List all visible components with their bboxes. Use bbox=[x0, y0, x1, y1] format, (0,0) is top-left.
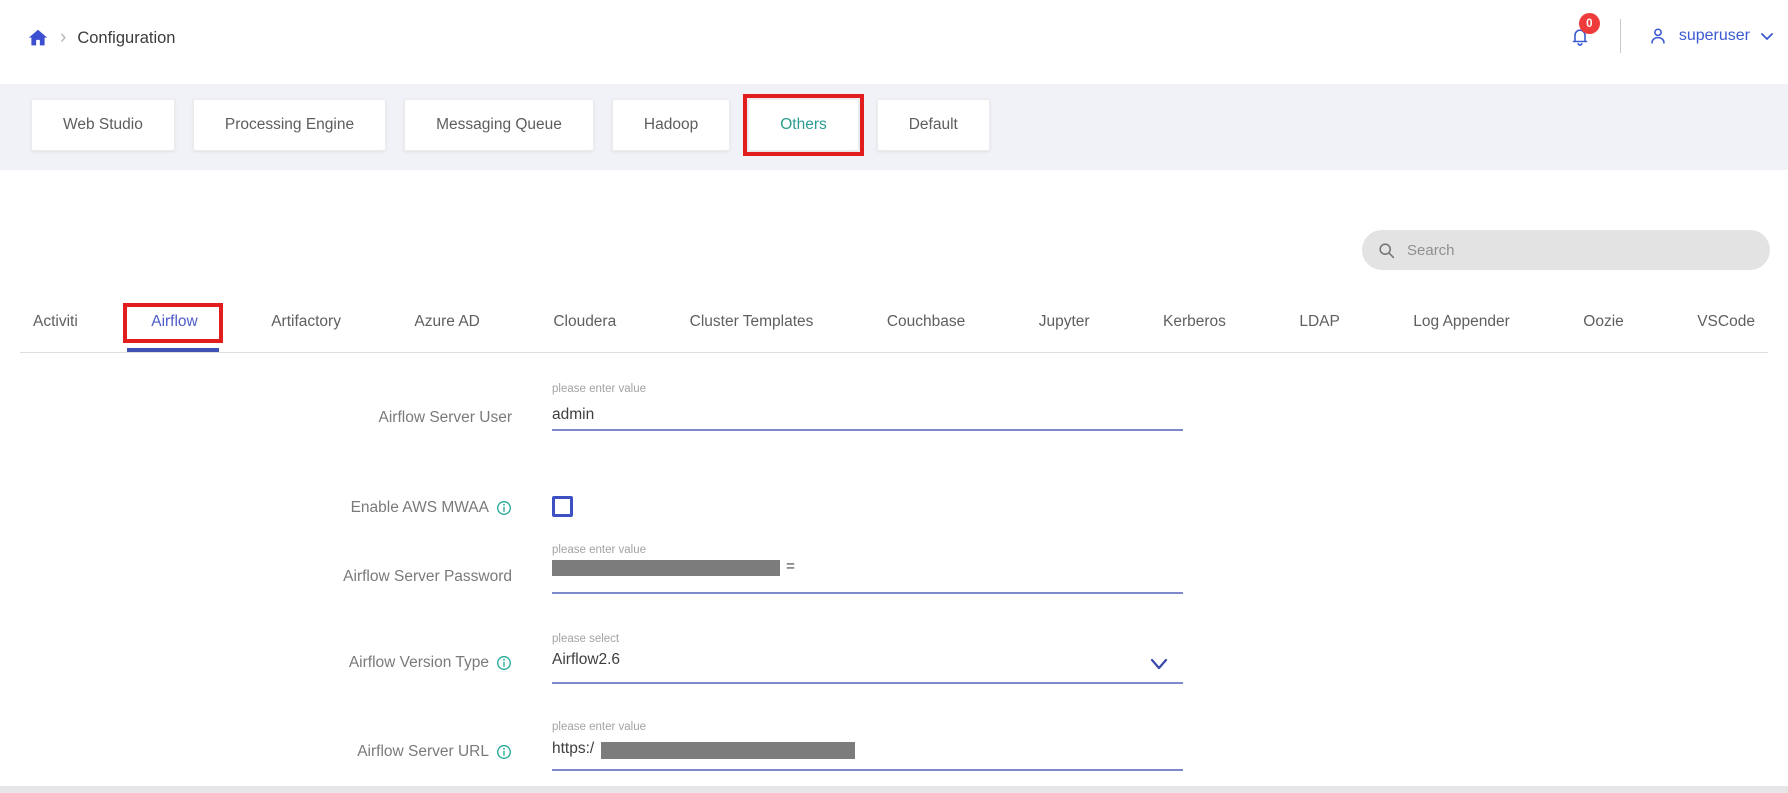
tab-airflow[interactable]: Airflow bbox=[151, 310, 198, 352]
tab-processing-engine[interactable]: Processing Engine bbox=[193, 99, 386, 151]
top-bar: › Configuration 0 superuser bbox=[0, 0, 1788, 84]
tab-hadoop[interactable]: Hadoop bbox=[612, 99, 730, 151]
field-underline bbox=[552, 592, 1183, 594]
service-tabs: Activiti Airflow Artifactory Azure AD Cl… bbox=[33, 310, 1755, 352]
tab-airflow-label: Airflow bbox=[151, 313, 198, 330]
tab-log-appender[interactable]: Log Appender bbox=[1413, 310, 1510, 352]
topbar-divider bbox=[1620, 19, 1621, 53]
info-icon[interactable] bbox=[496, 655, 512, 671]
field-label-text: Airflow Server Password bbox=[343, 568, 512, 586]
tab-oozie[interactable]: Oozie bbox=[1583, 310, 1624, 352]
tab-web-studio[interactable]: Web Studio bbox=[31, 99, 175, 151]
airflow-server-user-input[interactable] bbox=[552, 406, 1172, 424]
url-redaction-bar bbox=[601, 742, 855, 759]
tab-ldap[interactable]: LDAP bbox=[1299, 310, 1340, 352]
tab-vscode[interactable]: VSCode bbox=[1697, 310, 1755, 352]
home-icon[interactable] bbox=[27, 27, 49, 49]
airflow-version-type-select[interactable]: Airflow2.6 bbox=[552, 651, 620, 669]
airflow-server-password-label: Airflow Server Password bbox=[0, 567, 512, 587]
content-panel: Activiti Airflow Artifactory Azure AD Cl… bbox=[0, 170, 1788, 793]
notifications-button[interactable]: 0 bbox=[1568, 24, 1592, 48]
tab-couchbase[interactable]: Couchbase bbox=[887, 310, 965, 352]
configuration-page: › Configuration 0 superuser bbox=[0, 0, 1788, 793]
field-label-text: Enable AWS MWAA bbox=[351, 499, 489, 517]
enable-aws-mwaa-label: Enable AWS MWAA bbox=[0, 498, 512, 518]
tabs-divider bbox=[20, 352, 1768, 353]
password-redaction-suffix: = bbox=[786, 558, 795, 576]
tab-azure-ad[interactable]: Azure AD bbox=[414, 310, 479, 352]
field-label-text: Airflow Server User bbox=[379, 409, 513, 427]
field-placeholder-hint: please enter value bbox=[552, 721, 646, 733]
airflow-server-user-field bbox=[552, 406, 1172, 424]
info-icon[interactable] bbox=[496, 500, 512, 516]
field-placeholder-hint: please select bbox=[552, 633, 619, 645]
field-underline bbox=[552, 429, 1183, 431]
field-label-text: Airflow Version Type bbox=[349, 654, 489, 672]
category-tab-band: Web Studio Processing Engine Messaging Q… bbox=[0, 84, 1788, 170]
breadcrumb: › Configuration bbox=[27, 27, 175, 49]
tab-cluster-templates[interactable]: Cluster Templates bbox=[690, 310, 814, 352]
breadcrumb-current: Configuration bbox=[77, 29, 175, 48]
airflow-server-url-label: Airflow Server URL bbox=[0, 742, 512, 762]
username-label: superuser bbox=[1679, 27, 1750, 45]
chevron-down-icon[interactable] bbox=[1148, 656, 1170, 677]
tab-activiti[interactable]: Activiti bbox=[33, 310, 78, 352]
tab-artifactory[interactable]: Artifactory bbox=[271, 310, 341, 352]
enable-aws-mwaa-checkbox[interactable] bbox=[552, 496, 573, 517]
breadcrumb-separator-icon: › bbox=[60, 28, 66, 48]
topbar-right-cluster: 0 superuser bbox=[1568, 14, 1774, 58]
user-menu-button[interactable]: superuser bbox=[1647, 25, 1774, 47]
search-icon bbox=[1377, 241, 1396, 260]
airflow-server-url-field[interactable]: https:/ bbox=[552, 740, 594, 758]
tab-jupyter[interactable]: Jupyter bbox=[1039, 310, 1090, 352]
field-placeholder-hint: please enter value bbox=[552, 544, 646, 556]
password-redaction-bar bbox=[552, 560, 780, 576]
category-tabs: Web Studio Processing Engine Messaging Q… bbox=[31, 99, 990, 151]
field-label-text: Airflow Server URL bbox=[357, 743, 489, 761]
bottom-strip bbox=[0, 786, 1788, 793]
airflow-version-type-label: Airflow Version Type bbox=[0, 653, 512, 673]
airflow-server-user-label: Airflow Server User bbox=[0, 408, 512, 428]
tab-others[interactable]: Others bbox=[748, 99, 859, 151]
info-icon[interactable] bbox=[496, 744, 512, 760]
field-underline bbox=[552, 769, 1183, 771]
tab-default[interactable]: Default bbox=[877, 99, 990, 151]
person-icon bbox=[1647, 25, 1669, 47]
notification-count-badge: 0 bbox=[1579, 13, 1600, 34]
search-input[interactable] bbox=[1405, 241, 1755, 260]
tab-cloudera[interactable]: Cloudera bbox=[553, 310, 616, 352]
tab-messaging-queue[interactable]: Messaging Queue bbox=[404, 99, 594, 151]
chevron-down-icon bbox=[1760, 30, 1774, 42]
tab-kerberos[interactable]: Kerberos bbox=[1163, 310, 1226, 352]
field-placeholder-hint: please enter value bbox=[552, 383, 646, 395]
search-box[interactable] bbox=[1362, 230, 1770, 270]
field-underline bbox=[552, 682, 1183, 684]
